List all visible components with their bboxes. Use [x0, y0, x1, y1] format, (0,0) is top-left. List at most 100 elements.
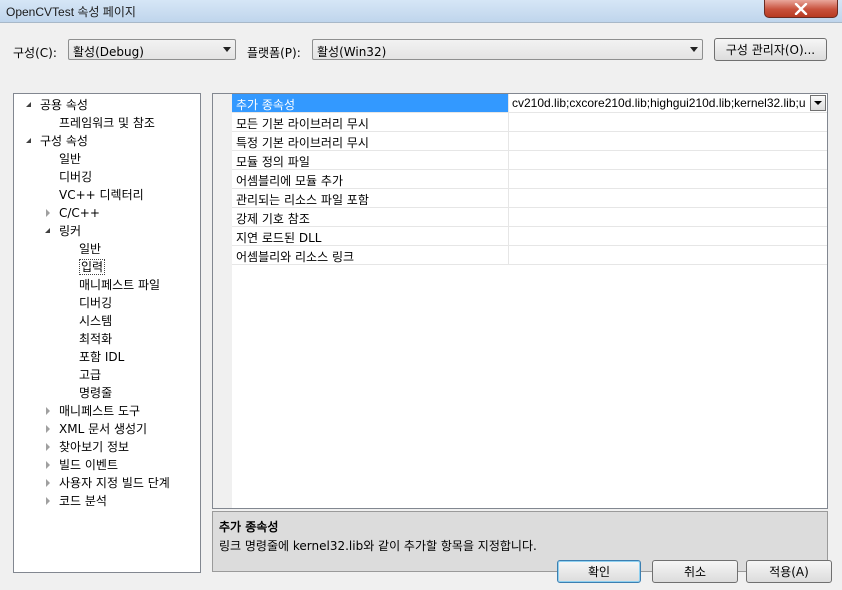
expand-closed-icon[interactable]	[43, 492, 53, 510]
close-button[interactable]	[764, 0, 838, 18]
tree-item-label: 사용자 지정 빌드 단계	[59, 476, 170, 490]
property-tree[interactable]: 공용 속성 프레임워크 및 참조 구성 속성 일반 디버깅 VC++ 디렉터리 C/C++ 링…	[13, 93, 201, 573]
expand-open-icon[interactable]	[43, 222, 53, 240]
tree-item-label: 공용 속성	[40, 98, 88, 112]
tree-item[interactable]: 매니페스트 파일	[79, 276, 160, 294]
expand-closed-icon[interactable]	[43, 402, 53, 420]
chevron-down-icon	[690, 47, 698, 52]
tree-item-label: 명령줄	[79, 386, 113, 400]
config-label: 구성(C):	[13, 46, 57, 60]
grid-row[interactable]: 모든 기본 라이브러리 무시	[232, 113, 827, 132]
tree-item-label: 일반	[59, 152, 82, 166]
tree-item[interactable]: 매니페스트 도구	[46, 402, 141, 420]
tree-item[interactable]: 찾아보기 정보	[46, 438, 130, 456]
tree-item-label: 디버깅	[79, 296, 113, 310]
tree-item-label: 시스템	[79, 314, 113, 328]
tree-item[interactable]: 코드 분석	[46, 492, 107, 510]
cancel-button[interactable]: 취소	[652, 560, 738, 583]
tree-item[interactable]: 디버깅	[79, 294, 112, 312]
tree-item[interactable]: 시스템	[79, 312, 112, 330]
dropdown-button[interactable]	[810, 95, 826, 111]
grid-row-name: 어셈블리에 모듈 추가	[236, 174, 343, 188]
tree-item[interactable]: 포함 IDL	[79, 348, 124, 366]
tree-item-label: 매니페스트 도구	[59, 404, 141, 418]
tree-item[interactable]: 구성 속성	[26, 132, 88, 150]
tree-item[interactable]: 고급	[79, 366, 101, 384]
grid-gutter	[213, 94, 232, 508]
apply-button[interactable]: 적용(A)	[746, 560, 832, 583]
grid-row-value-cell[interactable]	[508, 132, 827, 150]
config-select-value: 활성(Debug)	[73, 45, 144, 59]
tree-item-label: XML 문서 생성기	[59, 422, 148, 436]
expand-closed-icon[interactable]	[43, 438, 53, 456]
grid-row-value-cell[interactable]: cv210d.lib;cxcore210d.lib;highgui210d.li…	[508, 94, 827, 112]
expand-open-icon[interactable]	[24, 96, 34, 114]
tree-item-label: 최적화	[79, 332, 113, 346]
grid-row-value-cell[interactable]	[508, 246, 827, 264]
platform-select[interactable]: 활성(Win32)	[312, 39, 703, 60]
tree-item-label: 입력	[79, 259, 106, 275]
expand-closed-icon[interactable]	[43, 456, 53, 474]
grid-row-value-cell[interactable]	[508, 189, 827, 207]
tree-item[interactable]: 사용자 지정 빌드 단계	[46, 474, 170, 492]
close-icon	[794, 2, 808, 15]
tree-item[interactable]: 입력	[79, 258, 106, 276]
tree-item[interactable]: 빌드 이벤트	[46, 456, 119, 474]
expand-closed-icon[interactable]	[43, 204, 53, 222]
grid-row[interactable]: 어셈블리와 리소스 링크	[232, 246, 827, 265]
grid-row[interactable]: 지연 로드된 DLL	[232, 227, 827, 246]
grid-row-value-cell[interactable]	[508, 113, 827, 131]
expand-open-icon[interactable]	[24, 132, 34, 150]
grid-row-value-cell[interactable]	[508, 170, 827, 188]
tree-item[interactable]: 디버깅	[59, 168, 92, 186]
grid-row-value-cell[interactable]	[508, 151, 827, 169]
grid-row-value-cell[interactable]	[508, 227, 827, 245]
grid-row[interactable]: 강제 기호 참조	[232, 208, 827, 227]
tree-item[interactable]: 링커	[45, 222, 81, 240]
grid-row[interactable]: 어셈블리에 모듈 추가	[232, 170, 827, 189]
ok-button[interactable]: 확인	[557, 560, 641, 583]
grid-row-value[interactable]: cv210d.lib;cxcore210d.lib;highgui210d.li…	[512, 96, 810, 110]
grid-row-name: 관리되는 리소스 파일 포함	[236, 193, 369, 207]
description-text: 링크 명령줄에 kernel32.lib와 같이 추가할 항목을 지정합니다.	[219, 539, 537, 553]
window-title: OpenCVTest 속성 페이지	[6, 5, 136, 19]
tree-item[interactable]: C/C++	[46, 204, 100, 222]
tree-item[interactable]: 일반	[79, 240, 101, 258]
platform-label: 플랫폼(P):	[247, 46, 301, 60]
tree-item-label: 구성 속성	[40, 134, 88, 148]
grid-row-name: 추가 종속성	[236, 98, 296, 112]
grid-row-name: 특정 기본 라이브러리 무시	[236, 136, 369, 150]
tree-item[interactable]: 최적화	[79, 330, 112, 348]
tree-item-label: 고급	[79, 368, 102, 382]
tree-item-label: C/C++	[59, 206, 100, 220]
grid-row-name: 지연 로드된 DLL	[236, 231, 322, 245]
tree-item-label: 코드 분석	[59, 494, 107, 508]
tree-item[interactable]: 프레임워크 및 참조	[59, 114, 155, 132]
grid-row[interactable]: 추가 종속성 cv210d.lib;cxcore210d.lib;highgui2…	[232, 94, 827, 113]
tree-item-label: 찾아보기 정보	[59, 440, 130, 454]
grid-row[interactable]: 특정 기본 라이브러리 무시	[232, 132, 827, 151]
dialog-client: 구성(C): 활성(Debug) 플랫폼(P): 활성(Win32) 구성 관리…	[0, 22, 842, 590]
platform-select-value: 활성(Win32)	[317, 45, 387, 59]
tree-item[interactable]: 공용 속성	[26, 96, 88, 114]
tree-item-label: VC++ 디렉터리	[59, 188, 144, 202]
description-title: 추가 종속성	[219, 520, 279, 534]
tree-item[interactable]: 명령줄	[79, 384, 112, 402]
tree-item[interactable]: XML 문서 생성기	[46, 420, 148, 438]
config-manager-button[interactable]: 구성 관리자(O)...	[714, 38, 827, 61]
grid-row-name: 강제 기호 참조	[236, 212, 310, 226]
expand-closed-icon[interactable]	[43, 420, 53, 438]
tree-item[interactable]: 일반	[59, 150, 81, 168]
grid-row-value-cell[interactable]	[508, 208, 827, 226]
grid-row[interactable]: 모듈 정의 파일	[232, 151, 827, 170]
grid-row-name: 모듈 정의 파일	[236, 155, 310, 169]
grid-row-name: 어셈블리와 리소스 링크	[236, 250, 355, 264]
config-select[interactable]: 활성(Debug)	[68, 39, 236, 60]
tree-item[interactable]: VC++ 디렉터리	[59, 186, 144, 204]
grid-row[interactable]: 관리되는 리소스 파일 포함	[232, 189, 827, 208]
tree-item-label: 빌드 이벤트	[59, 458, 119, 472]
title-bar: OpenCVTest 속성 페이지	[0, 0, 842, 22]
property-grid[interactable]: 추가 종속성 cv210d.lib;cxcore210d.lib;highgui2…	[212, 93, 828, 509]
tree-item-label: 프레임워크 및 참조	[59, 116, 155, 130]
expand-closed-icon[interactable]	[43, 474, 53, 492]
